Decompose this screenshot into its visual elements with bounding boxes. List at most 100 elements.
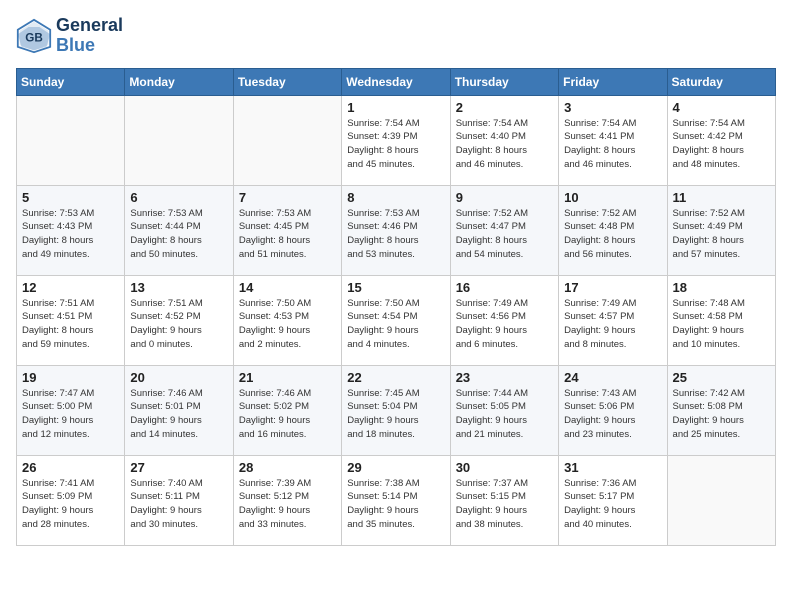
day-number: 10 <box>564 190 661 205</box>
calendar-cell: 2 Sunrise: 7:54 AM Sunset: 4:40 PM Daylig… <box>450 95 558 185</box>
day-number: 19 <box>22 370 119 385</box>
day-number: 25 <box>673 370 770 385</box>
calendar-header: SundayMondayTuesdayWednesdayThursdayFrid… <box>17 68 776 95</box>
day-info: Sunrise: 7:47 AM Sunset: 5:00 PM Dayligh… <box>22 387 119 442</box>
day-info: Sunrise: 7:50 AM Sunset: 4:53 PM Dayligh… <box>239 297 336 352</box>
calendar-cell: 7Sunrise: 7:53 AM Sunset: 4:45 PM Daylig… <box>233 185 341 275</box>
calendar-cell: 23 Sunrise: 7:44 AM Sunset: 5:05 PM Dayli… <box>450 365 558 455</box>
day-info: Sunrise: 7:46 AM Sunset: 5:01 PM Dayligh… <box>130 387 227 442</box>
calendar-cell: 10 Sunrise: 7:52 AM Sunset: 4:48 PM Dayli… <box>559 185 667 275</box>
day-number: 11 <box>673 190 770 205</box>
calendar-cell: 5 Sunrise: 7:53 AM Sunset: 4:43 PM Daylig… <box>17 185 125 275</box>
weekday-header: Sunday <box>17 68 125 95</box>
calendar-cell: 19 Sunrise: 7:47 AM Sunset: 5:00 PM Dayli… <box>17 365 125 455</box>
day-info: Sunrise: 7:38 AM Sunset: 5:14 PM Dayligh… <box>347 477 444 532</box>
day-info: Sunrise: 7:40 AM Sunset: 5:11 PM Dayligh… <box>130 477 227 532</box>
calendar-cell: 25 Sunrise: 7:42 AM Sunset: 5:08 PM Dayli… <box>667 365 775 455</box>
calendar-cell: 1 Sunrise: 7:54 AM Sunset: 4:39 PM Daylig… <box>342 95 450 185</box>
calendar-cell: 11Sunrise: 7:52 AM Sunset: 4:49 PM Dayli… <box>667 185 775 275</box>
day-info: Sunrise: 7:46 AM Sunset: 5:02 PM Dayligh… <box>239 387 336 442</box>
weekday-header: Wednesday <box>342 68 450 95</box>
day-info: Sunrise: 7:36 AM Sunset: 5:17 PM Dayligh… <box>564 477 661 532</box>
calendar-cell: 26 Sunrise: 7:41 AM Sunset: 5:09 PM Dayli… <box>17 455 125 545</box>
calendar-cell: 16 Sunrise: 7:49 AM Sunset: 4:56 PM Dayli… <box>450 275 558 365</box>
day-info: Sunrise: 7:43 AM Sunset: 5:06 PM Dayligh… <box>564 387 661 442</box>
day-info: Sunrise: 7:49 AM Sunset: 4:57 PM Dayligh… <box>564 297 661 352</box>
calendar-cell: 31 Sunrise: 7:36 AM Sunset: 5:17 PM Dayli… <box>559 455 667 545</box>
day-number: 1 <box>347 100 444 115</box>
day-number: 14 <box>239 280 336 295</box>
logo-general: General <box>56 16 123 36</box>
weekday-header: Friday <box>559 68 667 95</box>
calendar-cell: 20 Sunrise: 7:46 AM Sunset: 5:01 PM Dayli… <box>125 365 233 455</box>
calendar-cell: 13 Sunrise: 7:51 AM Sunset: 4:52 PM Dayli… <box>125 275 233 365</box>
calendar-cell: 18Sunrise: 7:48 AM Sunset: 4:58 PM Dayli… <box>667 275 775 365</box>
calendar-cell: 14 Sunrise: 7:50 AM Sunset: 4:53 PM Dayli… <box>233 275 341 365</box>
day-info: Sunrise: 7:49 AM Sunset: 4:56 PM Dayligh… <box>456 297 553 352</box>
day-number: 22 <box>347 370 444 385</box>
day-number: 27 <box>130 460 227 475</box>
calendar-cell: 4 Sunrise: 7:54 AM Sunset: 4:42 PM Daylig… <box>667 95 775 185</box>
day-number: 3 <box>564 100 661 115</box>
calendar-cell <box>667 455 775 545</box>
calendar-week-row: 1 Sunrise: 7:54 AM Sunset: 4:39 PM Daylig… <box>17 95 776 185</box>
calendar-week-row: 19 Sunrise: 7:47 AM Sunset: 5:00 PM Dayli… <box>17 365 776 455</box>
day-info: Sunrise: 7:54 AM Sunset: 4:41 PM Dayligh… <box>564 117 661 172</box>
calendar-cell: 30 Sunrise: 7:37 AM Sunset: 5:15 PM Dayli… <box>450 455 558 545</box>
day-number: 21 <box>239 370 336 385</box>
day-info: Sunrise: 7:52 AM Sunset: 4:48 PM Dayligh… <box>564 207 661 262</box>
day-info: Sunrise: 7:52 AM Sunset: 4:47 PM Dayligh… <box>456 207 553 262</box>
day-number: 16 <box>456 280 553 295</box>
day-info: Sunrise: 7:51 AM Sunset: 4:52 PM Dayligh… <box>130 297 227 352</box>
day-number: 12 <box>22 280 119 295</box>
day-number: 13 <box>130 280 227 295</box>
day-number: 26 <box>22 460 119 475</box>
calendar-cell: 15Sunrise: 7:50 AM Sunset: 4:54 PM Dayli… <box>342 275 450 365</box>
day-number: 5 <box>22 190 119 205</box>
day-info: Sunrise: 7:53 AM Sunset: 4:44 PM Dayligh… <box>130 207 227 262</box>
day-number: 20 <box>130 370 227 385</box>
logo-blue: Blue <box>56 36 123 56</box>
day-info: Sunrise: 7:41 AM Sunset: 5:09 PM Dayligh… <box>22 477 119 532</box>
day-info: Sunrise: 7:39 AM Sunset: 5:12 PM Dayligh… <box>239 477 336 532</box>
calendar-cell: 24Sunrise: 7:43 AM Sunset: 5:06 PM Dayli… <box>559 365 667 455</box>
day-info: Sunrise: 7:54 AM Sunset: 4:40 PM Dayligh… <box>456 117 553 172</box>
day-info: Sunrise: 7:50 AM Sunset: 4:54 PM Dayligh… <box>347 297 444 352</box>
day-number: 8 <box>347 190 444 205</box>
logo-icon: GB <box>16 18 52 54</box>
svg-text:GB: GB <box>25 31 43 44</box>
weekday-header: Tuesday <box>233 68 341 95</box>
day-info: Sunrise: 7:54 AM Sunset: 4:42 PM Dayligh… <box>673 117 770 172</box>
calendar-week-row: 26 Sunrise: 7:41 AM Sunset: 5:09 PM Dayli… <box>17 455 776 545</box>
weekday-header: Thursday <box>450 68 558 95</box>
calendar-cell: 17 Sunrise: 7:49 AM Sunset: 4:57 PM Dayli… <box>559 275 667 365</box>
calendar-cell <box>125 95 233 185</box>
day-number: 31 <box>564 460 661 475</box>
weekday-header: Monday <box>125 68 233 95</box>
day-number: 6 <box>130 190 227 205</box>
logo: GB General Blue <box>16 16 123 56</box>
day-info: Sunrise: 7:54 AM Sunset: 4:39 PM Dayligh… <box>347 117 444 172</box>
day-number: 29 <box>347 460 444 475</box>
day-info: Sunrise: 7:42 AM Sunset: 5:08 PM Dayligh… <box>673 387 770 442</box>
weekday-header: Saturday <box>667 68 775 95</box>
day-info: Sunrise: 7:48 AM Sunset: 4:58 PM Dayligh… <box>673 297 770 352</box>
day-number: 9 <box>456 190 553 205</box>
calendar-cell <box>233 95 341 185</box>
calendar-cell: 9 Sunrise: 7:52 AM Sunset: 4:47 PM Daylig… <box>450 185 558 275</box>
calendar-cell: 27 Sunrise: 7:40 AM Sunset: 5:11 PM Dayli… <box>125 455 233 545</box>
day-info: Sunrise: 7:53 AM Sunset: 4:43 PM Dayligh… <box>22 207 119 262</box>
day-number: 4 <box>673 100 770 115</box>
calendar-cell: 6 Sunrise: 7:53 AM Sunset: 4:44 PM Daylig… <box>125 185 233 275</box>
calendar-week-row: 5 Sunrise: 7:53 AM Sunset: 4:43 PM Daylig… <box>17 185 776 275</box>
calendar-cell: 8Sunrise: 7:53 AM Sunset: 4:46 PM Daylig… <box>342 185 450 275</box>
day-number: 2 <box>456 100 553 115</box>
day-number: 7 <box>239 190 336 205</box>
day-number: 30 <box>456 460 553 475</box>
day-info: Sunrise: 7:44 AM Sunset: 5:05 PM Dayligh… <box>456 387 553 442</box>
day-info: Sunrise: 7:37 AM Sunset: 5:15 PM Dayligh… <box>456 477 553 532</box>
day-info: Sunrise: 7:45 AM Sunset: 5:04 PM Dayligh… <box>347 387 444 442</box>
calendar-cell: 29 Sunrise: 7:38 AM Sunset: 5:14 PM Dayli… <box>342 455 450 545</box>
day-number: 23 <box>456 370 553 385</box>
day-number: 17 <box>564 280 661 295</box>
